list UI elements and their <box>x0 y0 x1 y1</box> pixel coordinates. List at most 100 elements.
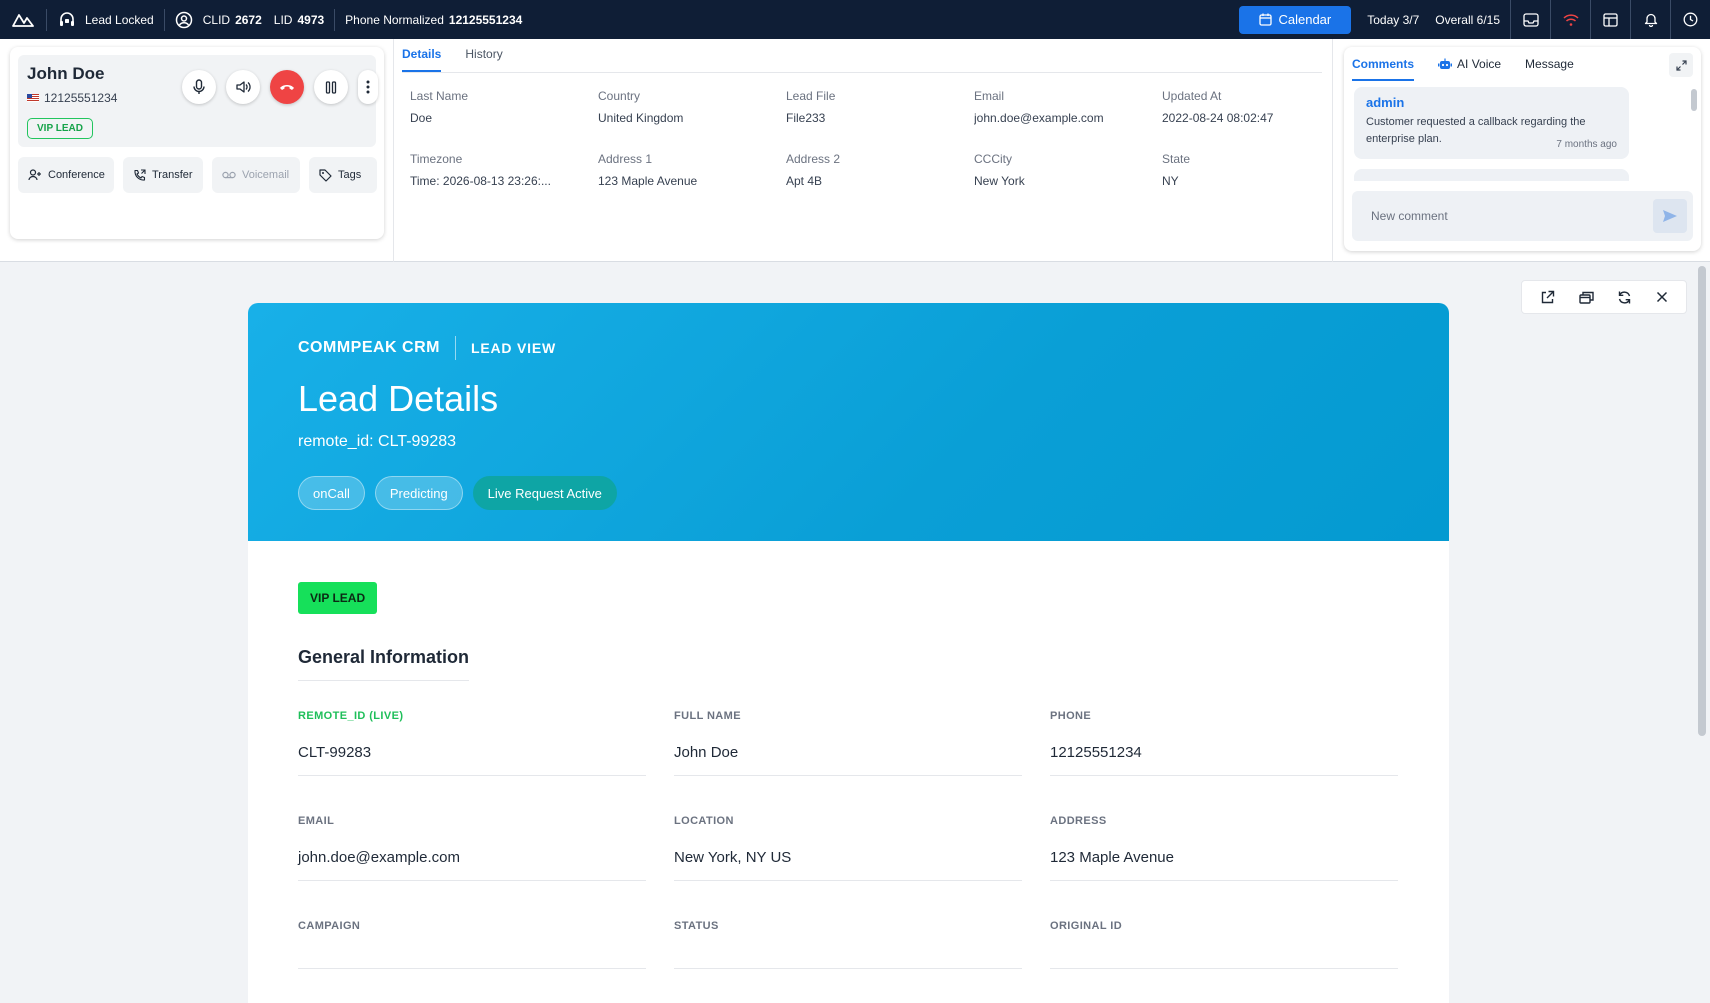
field-label: REMOTE_ID (LIVE) <box>298 710 404 722</box>
field-value: John Doe <box>674 744 1022 776</box>
detail-label: Lead File <box>786 89 836 103</box>
today-count: Today 3/7 <box>1367 12 1420 27</box>
open-external-icon[interactable] <box>1540 290 1555 305</box>
embedded-lead-view: COMMPEAK CRM LEAD VIEW Lead Details remo… <box>0 262 1710 1003</box>
lead-control-panel: John Doe 12125551234 VIP LEAD Conference… <box>0 39 1710 262</box>
detail-field: Email john.doe@example.com <box>974 89 1162 125</box>
call-card: John Doe 12125551234 VIP LEAD Conference… <box>10 47 384 239</box>
new-comment-placeholder: New comment <box>1371 209 1448 223</box>
new-comment-input[interactable]: New comment <box>1352 191 1693 241</box>
detail-field: Updated At 2022-08-24 08:02:47 <box>1162 89 1350 125</box>
detail-field: Address 2 Apt 4B <box>786 152 974 188</box>
wifi-signal-icon[interactable] <box>1550 0 1590 39</box>
bell-icon[interactable] <box>1630 0 1670 39</box>
robot-icon <box>1438 58 1453 70</box>
comment-item: admin Customer requested a callback rega… <box>1354 87 1629 159</box>
detail-value: 123 Maple Avenue <box>598 174 698 188</box>
calendar-label: Calendar <box>1278 12 1332 27</box>
field-label: ORIGINAL ID <box>1050 920 1123 932</box>
headset-lock-icon <box>57 10 77 30</box>
conference-button[interactable]: Conference <box>18 157 114 193</box>
clid-value: 2672 <box>235 12 262 27</box>
voicemail-icon <box>222 171 236 179</box>
expand-icon[interactable] <box>1669 53 1693 77</box>
comments-list[interactable]: admin Customer requested a callback rega… <box>1352 87 1687 181</box>
tags-button[interactable]: Tags <box>309 157 377 193</box>
phone-normalized-value: 12125551234 <box>448 12 523 27</box>
window-restore-icon[interactable] <box>1578 291 1594 304</box>
phone-normalized-label: Phone Normalized <box>345 12 444 27</box>
status-badge: Predicting <box>374 476 463 510</box>
field-label: STATUS <box>674 920 719 932</box>
page-scrollbar[interactable] <box>1698 266 1706 736</box>
detail-label: Address 2 <box>786 152 841 166</box>
brand-name: COMMPEAK CRM <box>298 339 440 356</box>
comments-scrollbar[interactable] <box>1691 89 1697 111</box>
clid-lid-info: CLID 2672 LID 4973 <box>165 0 334 39</box>
tag-icon <box>319 168 332 182</box>
transfer-button[interactable]: Transfer <box>123 157 203 193</box>
calendar-button[interactable]: Calendar <box>1239 5 1352 34</box>
calendar-icon <box>1259 13 1273 26</box>
iframe-toolbar <box>1521 280 1687 314</box>
vip-lead-badge: VIP LEAD <box>298 582 378 614</box>
hangup-button[interactable] <box>270 70 304 104</box>
tab-comments[interactable]: Comments <box>1352 47 1415 81</box>
inbox-icon[interactable] <box>1510 0 1550 39</box>
tab-ai-voice[interactable]: AI Voice <box>1438 57 1501 71</box>
lead-locked-label: Lead Locked <box>85 12 154 27</box>
clid-label: CLID <box>202 12 231 27</box>
send-button[interactable] <box>1653 199 1687 233</box>
detail-label: Email <box>974 89 1005 103</box>
detail-value: Apt 4B <box>786 174 823 188</box>
transfer-label: Transfer <box>152 169 193 181</box>
caller-phone-number: 12125551234 <box>44 91 118 105</box>
info-field: ADDRESS 123 Maple Avenue <box>1050 815 1398 920</box>
us-flag-icon <box>27 94 39 102</box>
hold-button[interactable] <box>314 70 348 104</box>
tab-details[interactable]: Details <box>402 39 442 72</box>
close-icon[interactable] <box>1656 291 1668 303</box>
detail-value: Time: 2026-08-13 23:26:... <box>410 174 551 188</box>
page-title: Lead Details <box>298 378 499 419</box>
top-bar-right: Calendar Today 3/7 Overall 6/15 <box>1239 0 1710 39</box>
lead-locked-indicator: Lead Locked <box>47 0 164 39</box>
logo-icon[interactable] <box>0 0 46 39</box>
detail-value: NY <box>1162 174 1179 188</box>
refresh-icon[interactable] <box>1617 290 1632 305</box>
top-bar: Lead Locked CLID 2672 LID 4973 Phone Nor… <box>0 0 1710 39</box>
speaker-button[interactable] <box>226 70 260 104</box>
add-user-icon <box>28 169 42 181</box>
info-field: EMAIL john.doe@example.com <box>298 815 646 920</box>
comment-time: 7 months ago <box>1556 139 1617 150</box>
more-options-icon[interactable] <box>358 70 378 104</box>
info-field: ORIGINAL ID <box>1050 920 1398 1003</box>
clock-icon[interactable] <box>1670 0 1710 39</box>
layout-icon[interactable] <box>1590 0 1630 39</box>
status-badge: Live Request Active <box>472 476 617 510</box>
mute-button[interactable] <box>182 70 216 104</box>
detail-label: Address 1 <box>598 152 653 166</box>
ai-voice-label: AI Voice <box>1457 57 1502 71</box>
caller-info: John Doe 12125551234 VIP LEAD <box>18 55 378 147</box>
tab-history[interactable]: History <box>465 39 502 72</box>
tab-message[interactable]: Message <box>1525 57 1574 71</box>
call-actions: Conference Transfer Voicemail Tags <box>18 157 377 193</box>
caller-name: John Doe <box>27 64 105 83</box>
phone-forward-icon <box>133 168 146 182</box>
voicemail-button[interactable]: Voicemail <box>212 157 300 193</box>
detail-label: Country <box>598 89 641 103</box>
field-value: 12125551234 <box>1050 744 1398 776</box>
field-label: EMAIL <box>298 815 335 827</box>
field-value: CLT-99283 <box>298 744 646 776</box>
field-value: New York, NY US <box>674 849 1022 881</box>
comments-panel: Comments AI Voice Message admin Customer… <box>1344 47 1701 251</box>
details-grid: Last Name Doe Country United Kingdom Lead … <box>410 89 1350 188</box>
field-value <box>674 954 1022 969</box>
detail-value: New York <box>974 174 1025 188</box>
voicemail-label: Voicemail <box>242 169 290 181</box>
field-label: ADDRESS <box>1050 815 1107 827</box>
field-label: PHONE <box>1050 710 1092 722</box>
caller-phone: 12125551234 <box>27 91 117 105</box>
detail-value: United Kingdom <box>598 111 684 125</box>
